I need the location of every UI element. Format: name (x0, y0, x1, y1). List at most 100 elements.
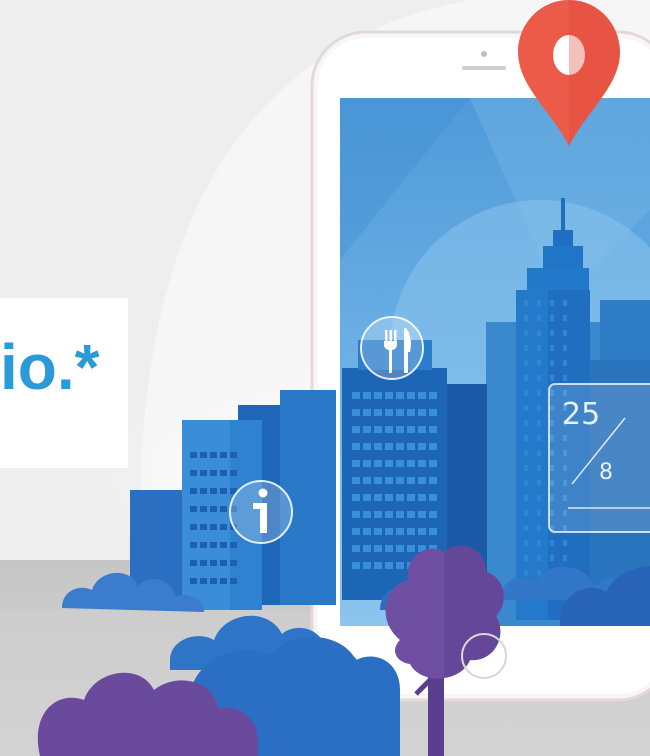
window (524, 465, 528, 471)
window (407, 460, 415, 467)
window (220, 524, 227, 530)
window (190, 452, 197, 458)
window (385, 392, 393, 399)
window (524, 345, 528, 351)
window (200, 488, 207, 494)
window (418, 392, 426, 399)
window (363, 409, 371, 416)
window (524, 360, 528, 366)
window (407, 477, 415, 484)
window (352, 545, 360, 552)
window (374, 528, 382, 535)
window (200, 470, 207, 476)
window (418, 494, 426, 501)
window (200, 560, 207, 566)
window (429, 392, 437, 399)
window (230, 560, 237, 566)
window (429, 426, 437, 433)
window (537, 495, 541, 501)
window (363, 460, 371, 467)
window (210, 488, 217, 494)
window (429, 477, 437, 484)
window (230, 542, 237, 548)
window (385, 528, 393, 535)
window (550, 345, 554, 351)
phone-camera (481, 51, 487, 57)
window (418, 426, 426, 433)
window (537, 480, 541, 486)
window (524, 330, 528, 336)
window (385, 477, 393, 484)
window (385, 562, 393, 569)
window (550, 360, 554, 366)
window (524, 405, 528, 411)
window (374, 494, 382, 501)
fork-knife-icon (360, 316, 424, 380)
window (210, 578, 217, 584)
window (190, 578, 197, 584)
window (537, 300, 541, 306)
window (537, 390, 541, 396)
window (524, 540, 528, 546)
window (563, 300, 567, 306)
date-day: 25 (562, 397, 600, 432)
window (537, 555, 541, 561)
window (220, 578, 227, 584)
window (537, 465, 541, 471)
window (524, 300, 528, 306)
window (396, 528, 404, 535)
window (210, 506, 217, 512)
window (396, 443, 404, 450)
window (220, 542, 227, 548)
window (537, 330, 541, 336)
window (537, 360, 541, 366)
phone-speaker (462, 66, 506, 70)
window (352, 494, 360, 501)
window (418, 511, 426, 518)
window (429, 494, 437, 501)
window (385, 409, 393, 416)
window (429, 511, 437, 518)
window (374, 426, 382, 433)
window (230, 578, 237, 584)
window (537, 435, 541, 441)
date-widget: 25 8 (548, 383, 650, 533)
window (396, 562, 404, 569)
window (550, 540, 554, 546)
info-icon (229, 480, 293, 544)
window (396, 426, 404, 433)
window (200, 524, 207, 530)
window (537, 345, 541, 351)
window (524, 420, 528, 426)
window (524, 480, 528, 486)
window (563, 360, 567, 366)
window (537, 570, 541, 576)
window (537, 405, 541, 411)
window (220, 470, 227, 476)
window (407, 392, 415, 399)
window (429, 409, 437, 416)
window (396, 511, 404, 518)
window (537, 375, 541, 381)
window (407, 409, 415, 416)
window (418, 409, 426, 416)
window (190, 506, 197, 512)
window (385, 460, 393, 467)
window (407, 426, 415, 433)
window (429, 443, 437, 450)
window (352, 460, 360, 467)
window (537, 315, 541, 321)
window (210, 452, 217, 458)
window (385, 443, 393, 450)
window (352, 443, 360, 450)
window (524, 450, 528, 456)
window (374, 460, 382, 467)
window (210, 470, 217, 476)
window (374, 562, 382, 569)
window (363, 562, 371, 569)
window (524, 525, 528, 531)
window (563, 375, 567, 381)
window (524, 555, 528, 561)
window (396, 477, 404, 484)
window (352, 426, 360, 433)
